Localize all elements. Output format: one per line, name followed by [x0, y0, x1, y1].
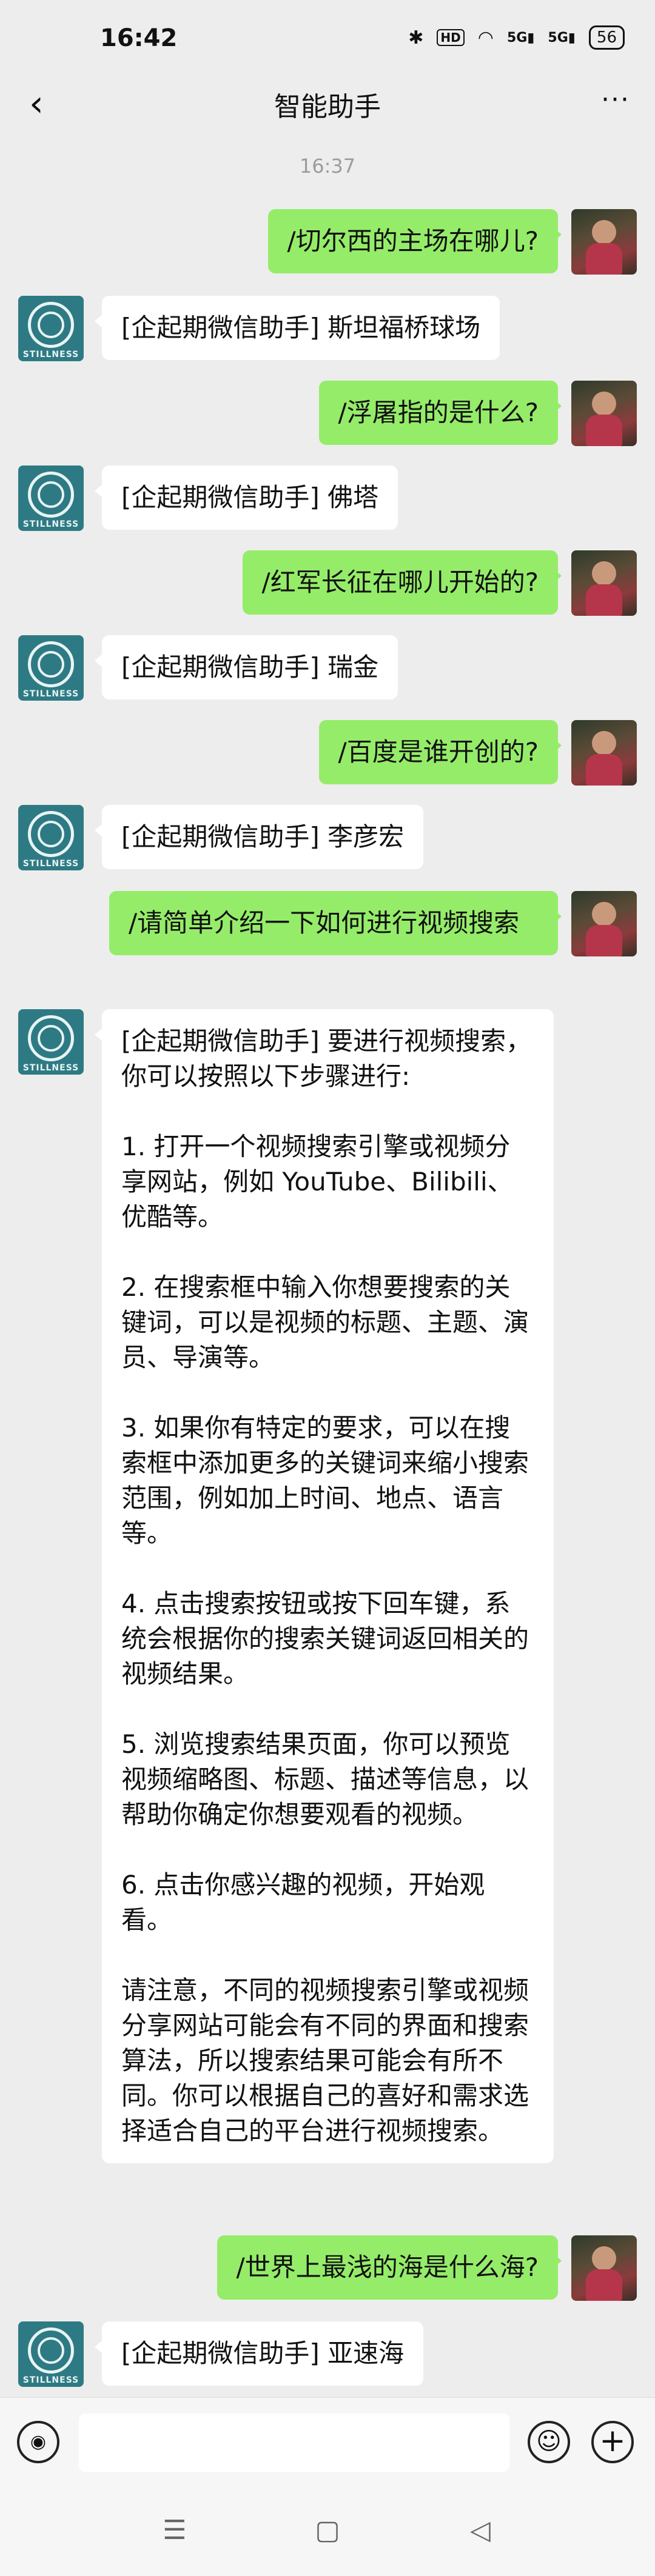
- message-bubble[interactable]: /请简单介绍一下如何进行视频搜索: [109, 891, 562, 955]
- 5g-signal-icon: 5G▮: [506, 30, 535, 45]
- message-bubble[interactable]: /浮屠指的是什么?: [318, 381, 562, 445]
- system-nav-bar: ☰ ▢ ◁: [0, 2485, 655, 2576]
- chat-title: 智能助手: [274, 92, 381, 122]
- message-bubble[interactable]: [企起期微信助手] 斯坦福桥球场: [94, 296, 500, 360]
- bot-avatar[interactable]: STILLNESS: [18, 635, 84, 701]
- message-bubble[interactable]: /世界上最浅的海是什么海?: [217, 2235, 562, 2300]
- status-time: 16:42: [100, 24, 178, 52]
- hd-icon: HD: [437, 29, 465, 46]
- message-bubble[interactable]: [企起期微信助手] 亚速海: [94, 2321, 424, 2386]
- message-bubble[interactable]: [企起期微信助手] 李彦宏: [94, 805, 424, 869]
- nav-bar: ‹ 智能助手 ···: [0, 79, 655, 133]
- message-bubble[interactable]: [企起期微信助手] 要进行视频搜索，你可以按照以下步骤进行: 1. 打开一个视频…: [95, 1009, 554, 2163]
- user-avatar[interactable]: [571, 891, 637, 956]
- more-options-button[interactable]: ···: [594, 79, 637, 121]
- bot-avatar[interactable]: STILLNESS: [18, 805, 84, 870]
- message-bubble[interactable]: [企起期微信助手] 佛塔: [94, 465, 398, 530]
- bot-avatar[interactable]: STILLNESS: [18, 296, 84, 361]
- message-bubble[interactable]: [企起期微信助手] 瑞金: [94, 635, 398, 699]
- wifi-icon: ◠: [477, 27, 494, 48]
- home-icon[interactable]: ▢: [303, 2512, 352, 2549]
- user-avatar[interactable]: [571, 550, 637, 616]
- bluetooth-icon: ✱: [408, 27, 424, 48]
- message-input[interactable]: [79, 2414, 509, 2472]
- bot-avatar[interactable]: STILLNESS: [18, 2321, 84, 2387]
- message-bubble[interactable]: /红军长征在哪儿开始的?: [242, 550, 562, 615]
- status-bar: 16:42 ✱ HD ◠ 5G▮ 5G▮ 56: [0, 0, 655, 79]
- voice-input-button[interactable]: ◉: [17, 2421, 59, 2463]
- emoji-button[interactable]: ☺: [528, 2421, 570, 2463]
- 5g-signal-icon: 5G▮: [548, 30, 576, 45]
- user-avatar[interactable]: [571, 2235, 637, 2301]
- status-icons: ✱ HD ◠ 5G▮ 5G▮ 56: [408, 25, 625, 50]
- chat-input-bar: ◉ ☺ +: [0, 2397, 655, 2486]
- message-bubble[interactable]: /切尔西的主场在哪儿?: [267, 209, 562, 273]
- bot-avatar[interactable]: STILLNESS: [18, 465, 84, 531]
- message-bubble[interactable]: /百度是谁开创的?: [318, 720, 562, 784]
- user-avatar[interactable]: [571, 381, 637, 446]
- recent-apps-icon[interactable]: ☰: [150, 2512, 199, 2549]
- chat-timestamp: 16:37: [299, 155, 356, 178]
- more-functions-button[interactable]: +: [591, 2421, 634, 2463]
- user-avatar[interactable]: [571, 209, 637, 275]
- bot-avatar[interactable]: STILLNESS: [18, 1009, 84, 1075]
- user-avatar[interactable]: [571, 720, 637, 786]
- battery-icon: 56: [588, 25, 625, 50]
- system-back-icon[interactable]: ◁: [456, 2512, 505, 2549]
